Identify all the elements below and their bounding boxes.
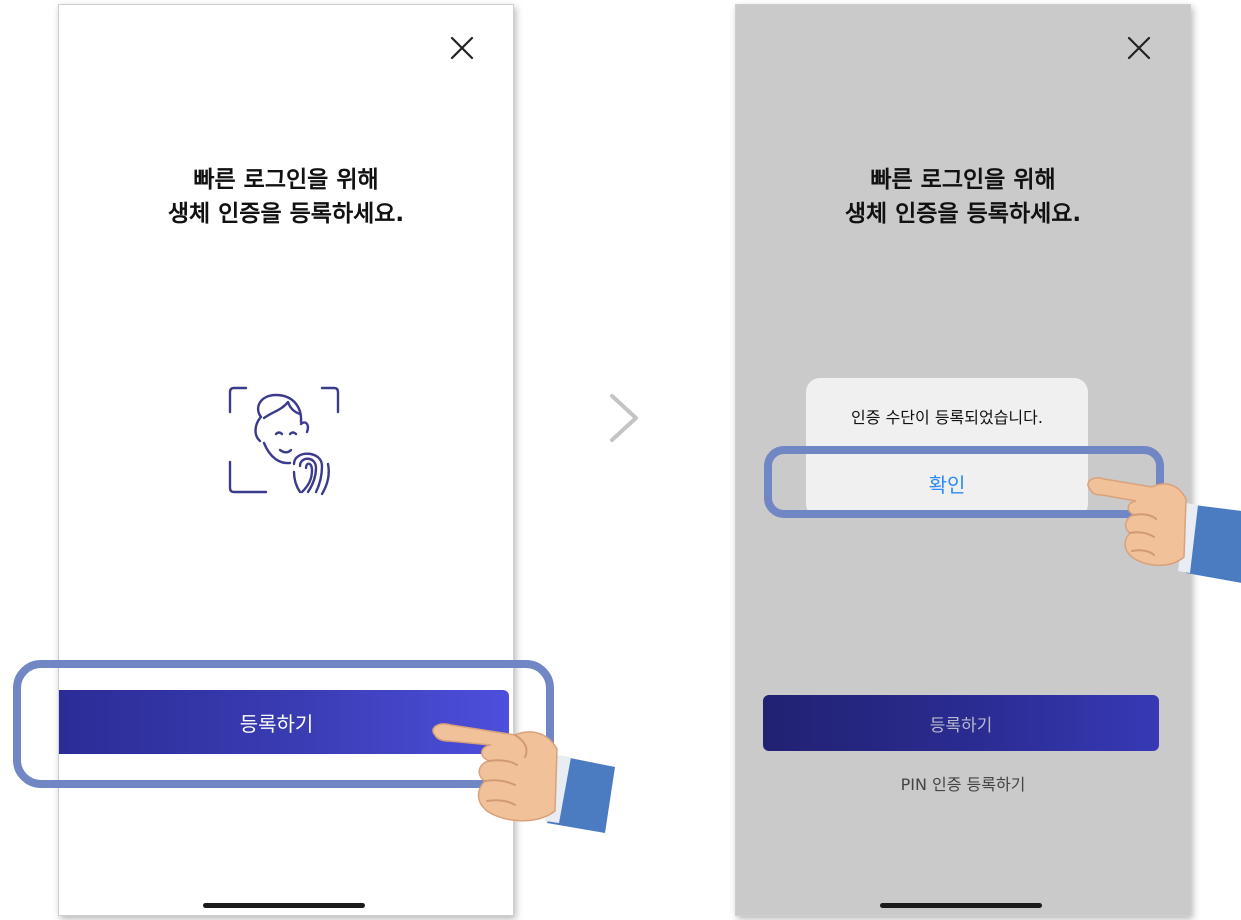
- title-line-2: 생체 인증을 등록하세요.: [844, 201, 1082, 227]
- phone-screen-right: 빠른 로그인을 위해 생체 인증을 등록하세요. 인증 수단이 등록되었습니다.…: [735, 4, 1191, 916]
- confirm-button[interactable]: 확인: [806, 449, 1088, 518]
- phone-screen-left: 빠른 로그인을 위해 생체 인증을 등록하세요. 등록하기: [58, 4, 514, 916]
- page-title: 빠른 로그인을 위해 생체 인증을 등록하세요.: [59, 163, 513, 231]
- register-button[interactable]: 등록하기: [59, 690, 509, 754]
- close-icon: [1127, 36, 1151, 60]
- close-button[interactable]: [447, 33, 477, 63]
- home-indicator: [203, 903, 365, 908]
- title-line-1: 빠른 로그인을 위해: [870, 167, 1056, 193]
- page-title: 빠른 로그인을 위해 생체 인증을 등록하세요.: [736, 163, 1190, 231]
- close-button[interactable]: [1124, 33, 1154, 63]
- title-line-2: 생체 인증을 등록하세요.: [167, 201, 405, 227]
- home-indicator: [880, 903, 1042, 908]
- pin-register-link[interactable]: PIN 인증 등록하기: [736, 771, 1190, 795]
- title-line-1: 빠른 로그인을 위해: [193, 167, 379, 193]
- chevron-right-icon: [610, 394, 638, 442]
- face-fingerprint-icon: [228, 386, 340, 496]
- dialog-message: 인증 수단이 등록되었습니다.: [851, 408, 1043, 427]
- register-button[interactable]: 등록하기: [763, 695, 1159, 751]
- close-icon: [450, 36, 474, 60]
- alert-dialog: 인증 수단이 등록되었습니다. 확인: [806, 378, 1088, 518]
